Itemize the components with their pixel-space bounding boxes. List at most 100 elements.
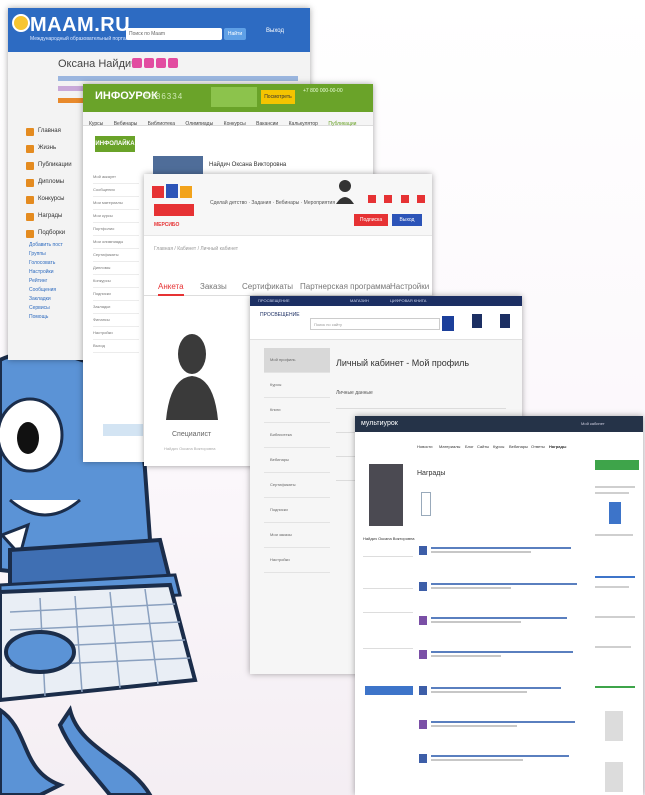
infourok-sidebar-item[interactable]: Мои олимпиады — [93, 239, 139, 249]
infourok-menu-item[interactable]: Калькулятор — [289, 121, 318, 127]
right-col-line — [595, 616, 635, 618]
infourok-sidebar-item[interactable]: Мои курсы — [93, 213, 139, 223]
user-icon[interactable] — [368, 195, 376, 203]
user-avatar-icon[interactable] — [336, 178, 354, 204]
multiurok-menu-item[interactable]: Блог — [465, 444, 474, 449]
prosv-search-input[interactable]: Поиск по сайту — [310, 318, 440, 330]
infourok-sidebar-item[interactable]: Сообщения — [93, 187, 139, 197]
maam-logo[interactable]: MAAM.RU — [30, 14, 130, 37]
maam-sidebar-link[interactable]: Настройки — [26, 269, 86, 278]
infourok-sidebar-item[interactable]: Мой аккаунт — [93, 174, 139, 184]
prosv-topbar-link[interactable]: ЦИФРОВАЯ КНИГА — [390, 298, 426, 303]
cart-icon[interactable] — [500, 314, 510, 328]
user-icon[interactable] — [472, 314, 482, 328]
right-col-link[interactable] — [595, 686, 635, 688]
maam-sidebar-link[interactable]: Закладки — [26, 296, 86, 305]
prosv-topbar-link[interactable]: ПРОСВЕЩЕНИЕ — [258, 298, 290, 303]
maam-sidebar-item[interactable]: Жизнь — [26, 140, 86, 157]
maam-sidebar-item[interactable]: Публикации — [26, 157, 86, 174]
infourok-menu-item[interactable]: Библиотека — [148, 121, 175, 127]
maam-search-button[interactable]: Найти — [224, 28, 246, 40]
heart-icon[interactable] — [384, 195, 393, 203]
tab-anketa[interactable]: Анкета — [158, 282, 184, 296]
multiurok-account-link[interactable]: Мой кабинет — [581, 421, 605, 426]
maam-sidebar-item[interactable]: Подборки — [26, 225, 86, 242]
maam-search-input[interactable]: Поиск по Maam — [126, 28, 222, 40]
maam-sidebar-item[interactable]: Дипломы — [26, 174, 86, 191]
maam-sidebar-link[interactable]: Сообщения — [26, 287, 86, 296]
prosv-sidebar-item[interactable]: Мои заказы — [264, 523, 330, 548]
prosv-logo[interactable]: ПРОСВЕЩЕНИЕ — [260, 312, 300, 318]
book-thumb[interactable] — [605, 762, 623, 792]
breadcrumb[interactable]: Главная / Кабинет / Личный кабинет — [154, 246, 238, 252]
infourok-sidebar-item[interactable]: Закладки — [93, 304, 139, 314]
maam-sidebar-item[interactable]: Награды — [26, 208, 86, 225]
multiurok-menu-item[interactable]: Сайты — [477, 444, 489, 449]
award-icon — [419, 754, 427, 763]
mersibo-logout-button[interactable]: Выход — [392, 214, 422, 226]
maam-sidebar-link[interactable]: Добавить пост — [26, 242, 86, 251]
book-thumb[interactable] — [605, 711, 623, 741]
infourok-menu-item[interactable]: Вебинары — [114, 121, 138, 127]
prosv-sidebar-item[interactable]: Сертификаты — [264, 473, 330, 498]
infourok-sidebar-item[interactable]: Подписки — [93, 291, 139, 301]
right-col-link[interactable] — [595, 576, 635, 578]
mersibo-nav-links[interactable]: Сделай детство · Задания · Вебинары · Ме… — [210, 200, 335, 206]
multiurok-menu-item[interactable]: Новости — [417, 444, 432, 449]
prosv-sidebar-item[interactable]: Подписки — [264, 498, 330, 523]
maam-sidebar-link[interactable]: Рейтинг — [26, 278, 86, 287]
multiurok-menu-item[interactable]: Курсы — [493, 444, 504, 449]
multiurok-logo[interactable]: мультиурок — [361, 420, 398, 427]
infourok-sidebar-item[interactable]: Конкурсы — [93, 278, 139, 288]
prosv-sidebar-item[interactable]: Книги — [264, 398, 330, 423]
mersibo-subscribe-button[interactable]: Подписка — [354, 214, 388, 226]
certificate-icon[interactable] — [421, 492, 431, 516]
multiurok-menu-item[interactable]: Материалы — [439, 444, 460, 449]
prosv-topbar-link[interactable]: МАГАЗИН — [350, 298, 369, 303]
tab-orders[interactable]: Заказы — [200, 282, 227, 291]
multiurok-side-button[interactable] — [365, 686, 413, 695]
infourok-sidebar-item[interactable]: Финансы — [93, 317, 139, 327]
maam-logout-link[interactable]: Выход — [266, 28, 284, 34]
prosv-sidebar-item[interactable]: Вебинары — [264, 448, 330, 473]
maam-sidebar-item[interactable]: Конкурсы — [26, 191, 86, 208]
feed-text — [431, 583, 577, 585]
prosv-sidebar-item[interactable]: Мой профиль — [264, 348, 330, 373]
infourok-promo-banner[interactable] — [211, 87, 257, 107]
infourok-badge[interactable]: ИНФОЛАЙКА — [95, 136, 135, 152]
play-icon[interactable] — [417, 195, 426, 203]
mersibo-logo[interactable] — [150, 182, 198, 222]
infourok-sidebar-item[interactable]: Портфолио — [93, 226, 139, 236]
tab-certificates[interactable]: Сертификаты — [242, 282, 293, 291]
multiurok-menu-item[interactable]: Награды — [549, 444, 566, 449]
tab-settings[interactable]: Настройки — [390, 282, 429, 291]
infourok-promo-button[interactable]: Посмотреть — [261, 90, 295, 104]
infourok-sidebar-item[interactable]: Мои материалы — [93, 200, 139, 210]
maam-sidebar-link[interactable]: Группы — [26, 251, 86, 260]
award-icon — [419, 582, 427, 591]
infourok-side-button[interactable] — [103, 424, 143, 436]
infourok-sidebar-item[interactable]: Настройки — [93, 330, 139, 340]
infourok-menu-item[interactable]: Вакансии — [256, 121, 278, 127]
certificate-thumb[interactable] — [609, 502, 621, 524]
maam-sidebar-link[interactable]: Голосовать — [26, 260, 86, 269]
maam-sidebar-link[interactable]: Сервисы — [26, 305, 86, 314]
maam-sidebar-item[interactable]: Главная — [26, 123, 86, 140]
multiurok-menu-item[interactable]: Ответы — [531, 444, 545, 449]
infourok-menu-item[interactable]: Олимпиады — [185, 121, 213, 127]
infourok-menu-item[interactable]: Конкурсы — [224, 121, 246, 127]
tab-partner[interactable]: Партнерская программа — [300, 282, 391, 291]
multiurok-green-button[interactable] — [595, 460, 639, 470]
infourok-sidebar-item[interactable]: Выход — [93, 343, 139, 353]
help-icon[interactable] — [400, 195, 409, 203]
maam-sidebar-link[interactable]: Помощь — [26, 314, 86, 323]
multiurok-menu-item[interactable]: Вебинары — [509, 444, 528, 449]
prosv-sidebar-item[interactable]: Библиотека — [264, 423, 330, 448]
infourok-sidebar-item[interactable]: Сертификаты — [93, 252, 139, 262]
prosv-sidebar-item[interactable]: Настройки — [264, 548, 330, 573]
search-icon[interactable] — [442, 316, 454, 331]
infourok-sidebar-item[interactable]: Дипломы — [93, 265, 139, 275]
prosv-sidebar-item[interactable]: Курсы — [264, 373, 330, 398]
infourok-menu-item[interactable]: Курсы — [89, 121, 103, 127]
infourok-menu-item[interactable]: Публикации — [328, 121, 356, 127]
